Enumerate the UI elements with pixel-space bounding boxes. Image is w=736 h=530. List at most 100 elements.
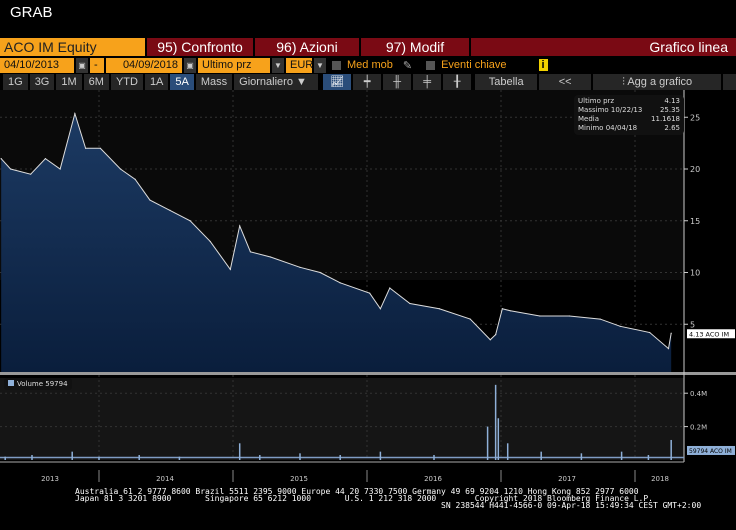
frequency-select[interactable]: Giornaliero ▼ — [234, 74, 319, 90]
price-point — [495, 334, 497, 336]
price-point — [389, 287, 391, 289]
price-tick-label: 5 — [690, 320, 695, 329]
price-point — [239, 225, 241, 227]
table-button[interactable]: Tabella — [475, 74, 538, 90]
x-tick-label: 2017 — [558, 475, 576, 483]
period-1m[interactable]: 1M — [56, 74, 82, 90]
chart-type-label: Grafico linea — [469, 38, 736, 56]
moving-avg-checkbox[interactable] — [332, 60, 341, 70]
price-point — [619, 325, 621, 327]
x-tick-label: 2015 — [290, 475, 308, 483]
price-point — [119, 168, 122, 170]
candlestick-icon[interactable]: ┿ — [353, 74, 382, 90]
price-point — [319, 271, 321, 274]
legend-row: Minimo 04/04/18 2.65 — [578, 124, 680, 133]
price-point — [229, 268, 231, 270]
price-tick-label: 15 — [690, 217, 700, 226]
price-tag: 4.13 ACO IM — [689, 330, 729, 338]
price-tick-label: 10 — [690, 269, 700, 278]
moving-avg-label: Med mob — [347, 59, 393, 71]
line-chart-icon[interactable]: 📈︎ — [323, 74, 352, 90]
chevron-down-icon[interactable]: ▼ — [314, 57, 326, 73]
key-events-label: Eventi chiave — [441, 59, 507, 71]
price-point — [339, 282, 341, 284]
x-tick-label: 2014 — [156, 475, 174, 483]
actions-menu[interactable]: 96) Azioni — [253, 38, 359, 56]
price-point — [189, 220, 191, 222]
legend-label: Ultimo prz — [578, 97, 615, 105]
info-icon[interactable]: i — [538, 59, 548, 71]
volume-tick-label: 0.4M — [690, 390, 707, 398]
volume-legend-label: Volume 59794 — [17, 380, 68, 388]
legend-value: 2.65 — [664, 124, 680, 132]
collapse-button[interactable]: << — [539, 74, 592, 90]
legend-row: Ultimo prz 4.13 — [578, 97, 680, 106]
settings-gear-icon[interactable]: ⚙ — [723, 74, 736, 90]
price-point — [149, 199, 151, 201]
price-point — [509, 310, 511, 312]
price-point — [649, 331, 651, 334]
start-date-input[interactable]: 04/10/2013 — [0, 57, 74, 73]
price-point — [501, 308, 503, 310]
hlc-icon[interactable]: ╂ — [443, 74, 472, 90]
price-point — [369, 292, 371, 294]
period-5a[interactable]: 5A — [170, 74, 194, 90]
legend-label: Massimo 10/22/13 — [578, 106, 643, 114]
legend-row: Massimo 10/22/13 25.35 — [578, 106, 680, 115]
price-point — [44, 158, 47, 160]
footer-contacts: Australia 61 2 9777 8600 Brazil 5511 239… — [75, 487, 702, 510]
calendar-icon[interactable]: ▣ — [184, 57, 196, 73]
price-point — [85, 147, 87, 149]
panel-divider — [0, 372, 736, 375]
price-point — [74, 113, 76, 115]
legend-value: 4.13 — [664, 97, 680, 105]
period-1a[interactable]: 1A — [144, 74, 169, 90]
currency-select[interactable]: EUR — [286, 57, 313, 73]
x-tick-label: 2016 — [424, 475, 442, 483]
period-1g[interactable]: 1G — [3, 74, 28, 90]
price-point — [409, 302, 411, 305]
period-6m[interactable]: 6M — [83, 74, 109, 90]
pencil-icon[interactable]: ✎ — [403, 59, 412, 72]
price-tick-label: 25 — [690, 113, 700, 122]
price-point — [670, 332, 672, 334]
period-ytd[interactable]: YTD — [110, 74, 143, 90]
price-point — [438, 308, 440, 310]
date-separator: - — [90, 57, 104, 73]
price-point — [30, 173, 32, 175]
field-select[interactable]: Ultimo prz — [198, 57, 270, 73]
bar-chart-icon[interactable]: ╫ — [383, 74, 412, 90]
price-point — [269, 256, 272, 258]
add-to-chart-button[interactable]: ⫶ Agg a grafico — [593, 74, 722, 90]
compare-button[interactable]: 95) Confronto — [145, 38, 253, 56]
price-point — [59, 168, 61, 170]
chevron-down-icon[interactable]: ▼ — [272, 57, 284, 73]
security-field[interactable]: ACO IM Equity — [0, 38, 145, 56]
price-point — [599, 318, 601, 320]
volume-legend: Volume 59794 — [4, 378, 72, 390]
price-volume-chart[interactable]: 5 10 15 20 25 0.2M 0.4M 2013 2014 2015 2016 2017 201… — [0, 90, 736, 485]
price-point — [99, 147, 101, 149]
x-tick-label: 2013 — [41, 475, 59, 483]
period-3g[interactable]: 3G — [29, 74, 55, 90]
ohlc-icon[interactable]: ╪ — [413, 74, 442, 90]
key-events-checkbox[interactable] — [426, 60, 436, 70]
x-tick-label: 2018 — [651, 475, 669, 483]
volume-tick-label: 0.2M — [690, 424, 707, 432]
price-point — [469, 318, 471, 320]
price-point — [667, 347, 670, 350]
window-title: GRAB — [10, 4, 53, 21]
modify-menu[interactable]: 97) Modif — [359, 38, 469, 56]
volume-plot-bg — [0, 378, 684, 460]
period-mass[interactable]: Mass — [195, 74, 233, 90]
price-point — [134, 178, 136, 180]
price-point — [249, 251, 252, 253]
price-point — [539, 315, 541, 317]
end-date-input[interactable]: 04/09/2018 — [106, 57, 182, 73]
price-point — [9, 168, 12, 170]
price-point — [568, 315, 570, 317]
calendar-icon[interactable]: ▣ — [76, 57, 88, 73]
price-point — [489, 339, 491, 341]
price-point — [169, 209, 171, 211]
legend-label: Minimo 04/04/18 — [578, 124, 638, 132]
